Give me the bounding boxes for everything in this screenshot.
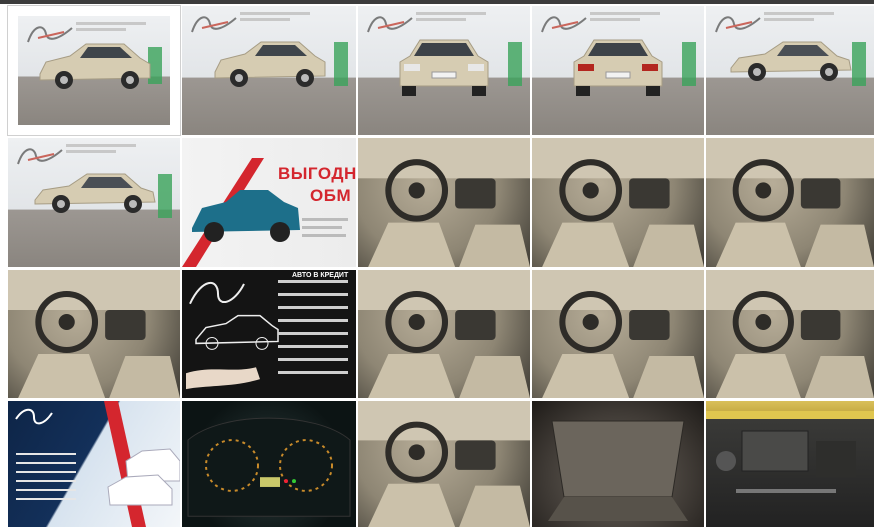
wall-stripe-icon: [682, 42, 696, 86]
gallery-top-strip: [0, 0, 874, 4]
interior-icon: [8, 270, 180, 398]
promo-headline: ОБМ: [310, 186, 352, 205]
wall-banner-icon: [240, 18, 290, 21]
thumb-engine-bay[interactable]: [706, 401, 874, 527]
thumb-climate-controls[interactable]: [358, 401, 530, 527]
thumbnail-image: [182, 6, 356, 135]
car-photo: [396, 36, 492, 103]
thumb-steering-wheel[interactable]: [532, 138, 704, 267]
engine-bay-icon: [706, 411, 874, 493]
instrument-cluster-icon: [187, 417, 351, 517]
car-photo: [570, 36, 666, 103]
thumbnail-image: [706, 6, 874, 135]
thumb-rear-three-quarter[interactable]: [182, 6, 356, 135]
interior-icon: [706, 138, 874, 267]
thumbnail-image: [18, 16, 170, 125]
car-photo: [29, 168, 159, 221]
trunk-icon: [548, 420, 688, 521]
wall-banner-icon: [590, 18, 640, 21]
interior-icon: [532, 270, 704, 398]
thumbnail-image: [358, 138, 530, 267]
car-three-quarter-icon: [39, 43, 151, 89]
thumbnail-image: [358, 6, 530, 135]
interior-icon: [532, 138, 704, 267]
thumb-door-card-front[interactable]: [358, 270, 530, 398]
thumb-rear[interactable]: [532, 6, 704, 135]
thumb-promo-credit[interactable]: АВТО В КРЕДИТ: [182, 270, 356, 398]
thumbnail-image: [706, 138, 874, 267]
dealer-logo-icon: [191, 16, 237, 33]
thumb-rear-seats[interactable]: [706, 270, 874, 398]
thumb-door-card-rear[interactable]: [532, 270, 704, 398]
thumbnail-image: АВТО В КРЕДИТ: [182, 270, 356, 398]
wall-banner-icon: [76, 22, 146, 25]
thumbnail-image: [532, 401, 704, 527]
thumbnail-image: [532, 270, 704, 398]
thumb-promo-trade-in[interactable]: ВЫГОДНЫ ОБМ: [182, 138, 356, 267]
wall-banner-icon: [764, 18, 814, 21]
dealer-logo-icon: [541, 16, 587, 33]
thumb-front[interactable]: [358, 6, 530, 135]
interior-icon: [358, 270, 530, 398]
thumb-front-three-quarter[interactable]: [8, 6, 180, 135]
thumb-center-console[interactable]: [706, 138, 874, 267]
thumb-trunk[interactable]: [532, 401, 704, 527]
car-side-icon: [34, 173, 156, 213]
wall-banner-icon: [416, 12, 486, 15]
car-photo: [725, 36, 855, 89]
thumbnail-image: [706, 401, 874, 527]
wall-banner-icon: [240, 12, 310, 15]
thumbnail-image: [8, 270, 180, 398]
dealer-logo-icon: [715, 16, 761, 33]
wall-stripe-icon: [158, 174, 172, 218]
thumbnail-image: ВЫГОДНЫ ОБМ: [182, 138, 356, 267]
thumbnail-image: [8, 138, 180, 267]
wall-banner-icon: [76, 28, 126, 31]
promo-bullet-list: [278, 280, 348, 384]
thumbnail-image: [358, 401, 530, 527]
wall-banner-icon: [66, 150, 116, 153]
thumb-left-side[interactable]: [8, 138, 180, 267]
wall-banner-icon: [764, 12, 834, 15]
car-side-icon: [730, 41, 852, 81]
thumb-passenger-seats[interactable]: [8, 270, 180, 398]
thumb-promo-dealer[interactable]: [8, 401, 180, 527]
promo-bullet-list: [16, 453, 76, 507]
dealer-logo-icon: [367, 16, 413, 33]
car-rear-icon: [573, 39, 663, 96]
thumbnail-image: [182, 401, 356, 527]
wall-banner-icon: [416, 18, 466, 21]
dealer-logo-icon: [17, 148, 63, 165]
interior-icon: [358, 138, 530, 267]
thumbnail-image: [706, 270, 874, 398]
thumbnail-image: [358, 270, 530, 398]
thumb-instrument-cluster[interactable]: [182, 401, 356, 527]
wall-banner-icon: [590, 12, 660, 15]
thumb-driver-interior[interactable]: [358, 138, 530, 267]
thumbnail-image: [532, 138, 704, 267]
wall-stripe-icon: [508, 42, 522, 86]
promo-headline: АВТО В КРЕДИТ: [292, 272, 349, 279]
promo-headline: ВЫГОДНЫ: [278, 164, 356, 183]
wall-banner-icon: [66, 144, 136, 147]
car-photo: [34, 38, 154, 99]
car-photo: [209, 36, 329, 97]
car-three-quarter-icon: [214, 41, 326, 87]
thumbnail-image: [532, 6, 704, 135]
interior-icon: [706, 270, 874, 398]
car-front-icon: [399, 39, 489, 96]
wall-stripe-icon: [334, 42, 348, 86]
thumbnail-image: [8, 401, 180, 527]
thumb-right-side[interactable]: [706, 6, 874, 135]
interior-icon: [358, 401, 530, 527]
